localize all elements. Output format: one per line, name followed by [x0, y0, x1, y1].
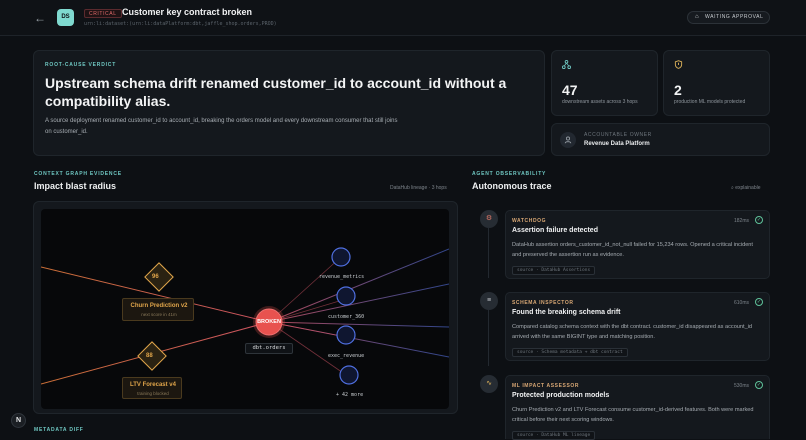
model-card-churn[interactable]: Churn Prediction v2 next score in 41m [122, 298, 194, 321]
trace-body: Compared catalog schema context with the… [512, 324, 753, 340]
asset-label-revenue-metrics[interactable]: revenue_metrics [319, 274, 364, 280]
root-cause-card: ROOT-CAUSE VERDICT Upstream schema drift… [33, 50, 545, 156]
shield-icon [674, 60, 683, 71]
verdict-headline: Upstream schema drift renamed customer_i… [45, 75, 507, 109]
asset-label-customer-360[interactable]: customer_360 [328, 314, 364, 320]
assistant-badge[interactable]: N [11, 413, 26, 428]
lock-icon: ⌂ [695, 14, 700, 20]
trace-duration: 182ms [733, 218, 749, 224]
graph-section-kicker: CONTEXT GRAPH EVIDENCE [34, 171, 122, 177]
user-icon [560, 132, 576, 148]
trace-kicker: ML IMPACT ASSESSOR [512, 383, 580, 389]
graph-section-meta: DataHub lineage · 3 hops [390, 185, 447, 191]
network-icon [562, 60, 571, 71]
incident-title: Customer key contract broken [122, 7, 253, 17]
back-button[interactable]: ← [34, 11, 48, 25]
trace-title: Protected production models [512, 392, 610, 399]
trace-card: WATCHDOG 182ms ✓ Assertion failure detec… [505, 210, 770, 279]
model-name-ltv: LTV Forecast v4 [130, 382, 176, 388]
check-icon: ✓ [755, 298, 763, 306]
trace-kicker: SCHEMA INSPECTOR [512, 300, 574, 306]
app-logo: DS [57, 9, 74, 26]
verdict-body: A source deployment renamed customer_id … [45, 118, 398, 135]
protected-count: 2 [674, 82, 682, 98]
top-bar: ← DS CRITICAL Customer key contract brok… [0, 0, 806, 36]
model-sub-ltv: training blocked [137, 391, 169, 396]
owner-label: ACCOUNTABLE OWNER [584, 132, 652, 138]
model-score-churn: 96 [152, 274, 159, 280]
trace-title: Found the breaking schema drift [512, 309, 621, 316]
database-icon: ≡ [480, 292, 498, 310]
explainable-toggle[interactable]: ⌕ explainable [731, 185, 761, 191]
owner-card: ACCOUNTABLE OWNER Revenue Data Platform [551, 123, 770, 156]
pulse-icon: ∿ [480, 375, 498, 393]
owner-value: Revenue Data Platform [584, 141, 650, 147]
diff-section-kicker: METADATA DIFF [34, 427, 84, 433]
protected-models-card: 2 production ML models protected [663, 50, 770, 116]
explainable-label: explainable [735, 185, 761, 191]
trace-source: source · DataHub Assertions [512, 266, 596, 275]
downstream-label: downstream assets across 3 hops [562, 99, 638, 105]
arrow-left-icon: ← [34, 11, 46, 25]
trace-section-kicker: AGENT OBSERVABILITY [472, 171, 547, 177]
model-score-ltv: 88 [146, 353, 153, 359]
approval-status-button[interactable]: ⌂ WAITING APPROVAL [687, 11, 770, 24]
check-icon: ✓ [755, 216, 763, 224]
trace-source: source · Schema metadata + dbt contract [512, 348, 628, 357]
model-sub-churn: next score in 41m [141, 312, 177, 317]
check-icon: ✓ [755, 381, 763, 389]
trace-title: Assertion failure detected [512, 227, 598, 234]
model-name-churn: Churn Prediction v2 [130, 303, 188, 309]
asset-label-more[interactable]: + 42 more [336, 392, 363, 398]
asset-label-exec-revenue[interactable]: exec_revenue [328, 353, 364, 359]
center-node-label[interactable]: dbt.orders [245, 343, 293, 354]
model-card-ltv[interactable]: LTV Forecast v4 training blocked [122, 377, 182, 399]
lineage-graph[interactable]: 96 Churn Prediction v2 next score in 41m… [41, 209, 449, 409]
verdict-label: ROOT-CAUSE VERDICT [45, 62, 117, 68]
trace-card: SCHEMA INSPECTOR 610ms ✓ Found the break… [505, 292, 770, 361]
trace-duration: 610ms [733, 300, 749, 306]
trace-section-title: Autonomous trace [472, 181, 552, 191]
timeline-line [488, 310, 489, 366]
graph-section-title: Impact blast radius [34, 181, 117, 191]
robot-icon: ⚙ [480, 210, 498, 228]
trace-body: Churn Prediction v2 and LTV Forecast con… [512, 407, 754, 423]
approval-status-label: WAITING APPROVAL [705, 14, 764, 20]
model-node-churn[interactable] [144, 262, 174, 292]
severity-badge: CRITICAL [84, 9, 122, 18]
trace-body: DataHub assertion orders_customer_id_not… [512, 242, 753, 258]
trace-kicker: WATCHDOG [512, 218, 547, 224]
timeline-line [488, 228, 489, 278]
protected-label: production ML models protected [674, 99, 746, 105]
downstream-assets-card: 47 downstream assets across 3 hops [551, 50, 658, 116]
trace-duration: 530ms [733, 383, 749, 389]
broken-label: BROKEN [257, 319, 281, 325]
trace-card: ML IMPACT ASSESSOR 530ms ✓ Protected pro… [505, 375, 770, 440]
dataset-urn: urn:li:dataset:(urn:li:dataPlatform:dbt,… [84, 21, 277, 27]
downstream-count: 47 [562, 82, 578, 98]
